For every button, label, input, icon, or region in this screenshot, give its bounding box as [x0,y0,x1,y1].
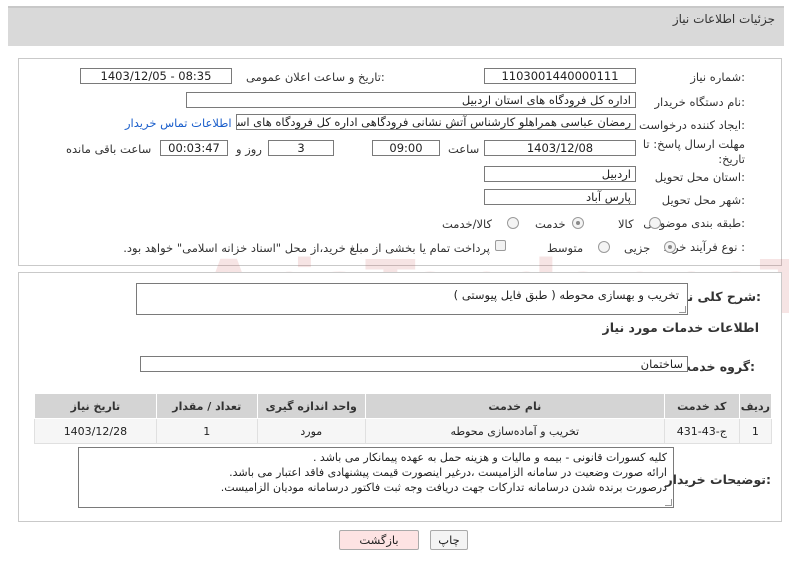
print-button[interactable]: چاپ [430,530,468,550]
deadline-date-field[interactable]: 1403/12/08 [484,140,636,156]
cell-row-number: 1 [738,418,773,444]
remaining-days-label: روز و [236,142,262,156]
category-radio-service[interactable] [572,217,584,229]
requester-label: ایجاد کننده درخواست: [639,118,745,132]
cell-service-code: ج-43-431 [663,418,740,444]
page-title: جزئیات اطلاعات نیاز [672,12,775,26]
col-service-name: نام خدمت [364,393,665,419]
buyer-notes-line: ارائه صورت وضعیت در سامانه الزامیست ،درغ… [229,466,667,479]
process-radio-minor[interactable] [664,241,676,253]
back-button[interactable]: بازگشت [339,530,419,550]
cell-unit: مورد [256,418,366,444]
category-radio-goods[interactable] [649,217,661,229]
treasury-bonds-label: پرداخت تمام یا بخشی از مبلغ خرید،از محل … [123,241,490,255]
remaining-days-field[interactable]: 3 [268,140,334,156]
deadline-label: مهلت ارسال پاسخ: تا تاریخ: [642,137,745,166]
process-option-medium: متوسط [547,241,584,255]
buyer-org-label: نام دستگاه خریدار: [654,95,745,109]
page-header [8,6,784,46]
col-unit: واحد اندازه گیری [256,393,366,419]
category-option-goods-service: کالا/خدمت [442,217,493,231]
description-text: تخریب و بهسازی محوطه ( طبق فایل پیوستی ) [453,288,679,302]
requester-field[interactable]: رمضان عباسی همراهلو کارشناس آتش نشانی فر… [236,114,636,130]
col-quantity: تعداد / مقدار [155,393,258,419]
cell-need-date: 1403/12/28 [34,418,157,444]
resize-handle-icon[interactable] [665,499,672,506]
buyer-org-field[interactable]: اداره کل فرودگاه های استان اردبیل [186,92,636,108]
province-label: استان محل تحویل: [654,170,745,184]
deadline-time-label: ساعت [448,142,480,156]
process-option-minor: جزیی [624,241,651,255]
service-group-label: گروه خدمت: [678,359,755,374]
col-need-date: تاریخ نیاز [34,393,157,419]
cell-quantity: 1 [155,418,258,444]
buyer-contact-link[interactable]: اطلاعات تماس خریدار [125,116,232,130]
cell-service-name: تخریب و آماده‌سازی محوطه [364,418,665,444]
remaining-time-label: ساعت باقی مانده [66,142,152,156]
col-service-code: کد خدمت [663,393,740,419]
announce-date-label: تاریخ و ساعت اعلان عمومی: [246,70,385,84]
buyer-notes-line: کلیه کسورات قانونی - بیمه و مالیات و هزی… [312,451,667,464]
need-number-label: شماره نیاز: [690,70,745,84]
process-radio-medium[interactable] [598,241,610,253]
remaining-time-field[interactable]: 00:03:47 [160,140,228,156]
announce-date-field[interactable]: 1403/12/05 - 08:35 [80,68,232,84]
services-section-title: اطلاعات خدمات مورد نیاز [602,320,760,335]
services-table: ردیف کد خدمت نام خدمت واحد اندازه گیری ت… [34,393,773,444]
treasury-bonds-checkbox[interactable] [495,240,506,251]
city-field[interactable]: پارس آباد [484,189,636,205]
service-group-field[interactable]: ساختمان [140,356,688,372]
category-option-service: خدمت [535,217,566,231]
resize-handle-icon[interactable] [679,306,686,313]
category-option-goods: کالا [618,217,634,231]
table-header-row: ردیف کد خدمت نام خدمت واحد اندازه گیری ت… [34,393,773,419]
table-row: 1 ج-43-431 تخریب و آماده‌سازی محوطه مورد… [34,418,773,444]
deadline-time-field[interactable]: 09:00 [372,140,440,156]
col-row-number: ردیف [738,393,773,419]
need-number-field[interactable]: 1103001440000111 [484,68,636,84]
description-textarea[interactable]: تخریب و بهسازی محوطه ( طبق فایل پیوستی ) [136,283,688,315]
buyer-notes-label: توضیحات خریدار: [665,472,771,487]
city-label: شهر محل تحویل: [661,193,745,207]
province-field[interactable]: اردبیل [484,166,636,182]
buyer-notes-textarea[interactable]: کلیه کسورات قانونی - بیمه و مالیات و هزی… [78,447,674,508]
category-radio-goods-service[interactable] [507,217,519,229]
buyer-notes-line: درصورت برنده شدن درسامانه تدارکات جهت در… [220,481,667,494]
